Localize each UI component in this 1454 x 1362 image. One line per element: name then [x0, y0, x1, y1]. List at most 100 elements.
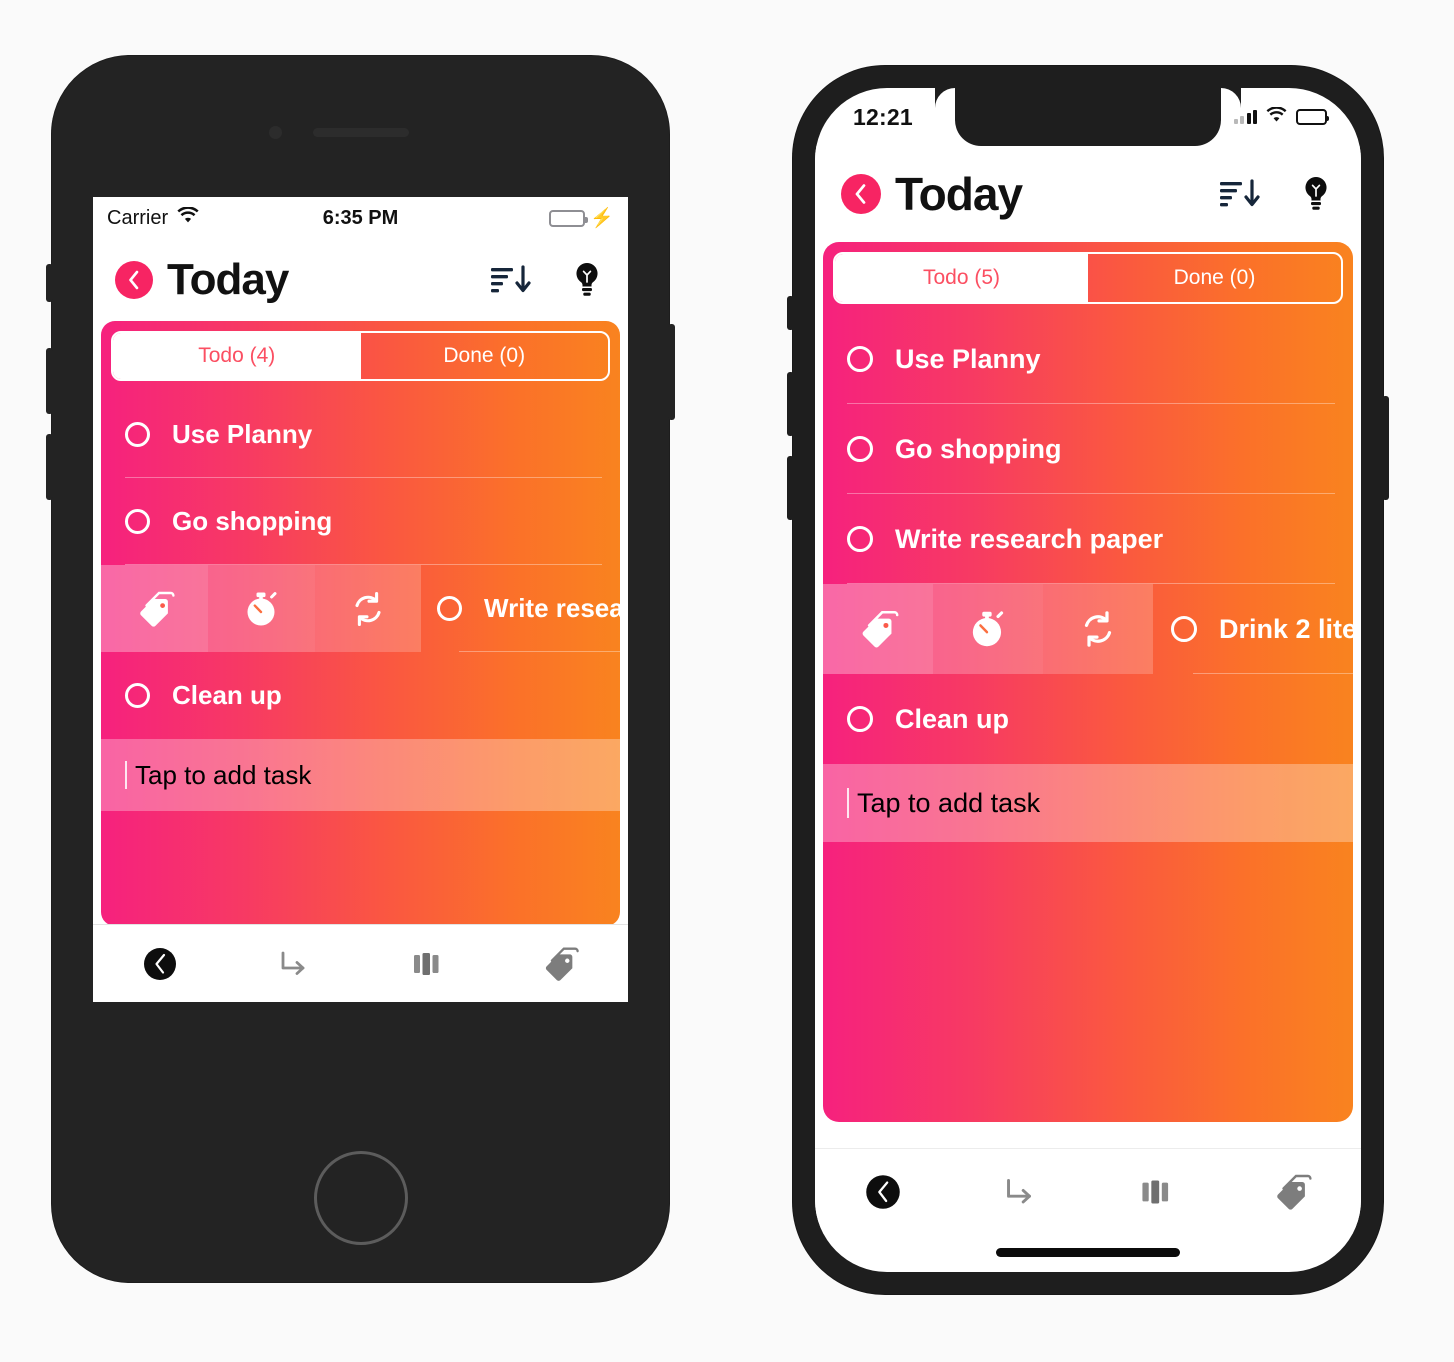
tab-later[interactable]: [272, 943, 314, 985]
volume-down-button[interactable]: [46, 434, 53, 500]
tab-today[interactable]: [139, 943, 181, 985]
segmented-control-left: Todo (4) Done (0): [111, 331, 610, 381]
clock-back-icon[interactable]: [115, 261, 153, 299]
status-bar-left: Carrier 6:35 PM ⚡: [93, 197, 628, 239]
task-list-card-left: Todo (4) Done (0) Use Planny Go shopping: [101, 321, 620, 926]
tab-tags[interactable]: [1269, 1169, 1315, 1215]
task-checkbox[interactable]: [437, 596, 462, 621]
tab-todo[interactable]: Todo (5): [835, 254, 1088, 302]
task-checkbox[interactable]: [847, 706, 873, 732]
signal-bars-icon: [1233, 110, 1257, 124]
tab-boards[interactable]: [1133, 1170, 1177, 1214]
swipe-action-tag[interactable]: [823, 584, 933, 674]
tab-tags[interactable]: [538, 942, 582, 986]
task-row[interactable]: Clean up: [101, 652, 620, 739]
home-indicator[interactable]: [996, 1248, 1180, 1257]
earpiece-speaker: [312, 128, 409, 137]
home-button[interactable]: [313, 1151, 408, 1245]
sort-descending-icon[interactable]: [1219, 176, 1265, 212]
add-task-label: Tap to add task: [135, 759, 312, 790]
swiped-row-content[interactable]: Write research paper: [437, 565, 620, 652]
row-divider: [1193, 672, 1353, 674]
task-row[interactable]: Go shopping: [101, 478, 620, 565]
swipe-action-timer[interactable]: [933, 584, 1043, 674]
add-task-label: Tap to add task: [857, 787, 1041, 818]
mute-switch[interactable]: [46, 264, 53, 302]
wifi-icon: [1266, 105, 1287, 128]
page-title: Today: [167, 255, 289, 304]
lightbulb-icon[interactable]: [572, 261, 602, 299]
task-label: Go shopping: [895, 433, 1062, 464]
task-label: Clean up: [172, 680, 282, 710]
task-label: Drink 2 lite: [1219, 613, 1353, 644]
task-checkbox[interactable]: [125, 509, 150, 534]
battery-icon: [1296, 109, 1329, 125]
swipe-action-timer[interactable]: [208, 565, 315, 652]
nav-bar-right: Today: [815, 146, 1361, 242]
row-divider: [459, 650, 620, 652]
status-bar-right: 12:21: [815, 88, 1361, 146]
task-checkbox[interactable]: [847, 346, 873, 372]
segmented-control-wrap-right: Todo (5) Done (0): [823, 242, 1353, 314]
tab-todo[interactable]: Todo (4): [113, 333, 361, 379]
battery-icon: [549, 209, 589, 227]
swipe-actions-left: [101, 565, 421, 652]
task-label: Use Planny: [172, 419, 313, 449]
page-title: Today: [895, 168, 1023, 220]
task-checkbox[interactable]: [125, 683, 150, 708]
task-row[interactable]: Write research paper: [823, 494, 1353, 584]
task-checkbox[interactable]: [847, 436, 873, 462]
task-checkbox[interactable]: [125, 422, 150, 447]
task-checkbox[interactable]: [1171, 616, 1197, 642]
tab-done[interactable]: Done (0): [361, 333, 609, 379]
nav-bar-left: Today: [93, 239, 628, 321]
power-button[interactable]: [668, 324, 675, 420]
tab-later[interactable]: [997, 1170, 1041, 1214]
task-label: Go shopping: [172, 506, 333, 536]
phone-device-left: Carrier 6:35 PM ⚡ Today Todo (4) Done (0…: [46, 56, 675, 1282]
text-caret: [125, 761, 127, 789]
task-list-card-right: Todo (5) Done (0) Use Planny Go shopping: [823, 242, 1353, 1122]
task-row[interactable]: Clean up: [823, 674, 1353, 764]
task-row[interactable]: Use Planny: [823, 314, 1353, 404]
task-row[interactable]: Go shopping: [823, 404, 1353, 494]
swipe-action-repeat[interactable]: [1043, 584, 1153, 674]
task-row[interactable]: Use Planny: [101, 391, 620, 478]
task-row-swiped[interactable]: Drink 2 lite: [823, 584, 1353, 674]
segmented-control-right: Todo (5) Done (0): [833, 252, 1343, 304]
lightbulb-icon[interactable]: [1301, 175, 1331, 213]
status-time-right: 12:21: [853, 103, 913, 130]
text-caret: [847, 788, 849, 818]
tab-today[interactable]: [861, 1170, 905, 1214]
segmented-control-wrap-left: Todo (4) Done (0): [101, 321, 620, 391]
tab-boards[interactable]: [405, 943, 447, 985]
tab-bar-right: [815, 1148, 1361, 1234]
task-rows-left: Use Planny Go shopping Write resea Clean…: [101, 391, 620, 811]
volume-down-button[interactable]: [787, 456, 794, 520]
volume-up-button[interactable]: [46, 348, 53, 414]
add-task-row[interactable]: Tap to add task: [101, 739, 620, 811]
task-label: Use Planny: [895, 343, 1041, 374]
swipe-action-repeat[interactable]: [315, 565, 421, 652]
add-task-row[interactable]: Tap to add task: [823, 764, 1353, 842]
task-label: Write research paper: [895, 523, 1164, 554]
swiped-row-content[interactable]: Drink 2 lite: [1171, 584, 1353, 674]
status-time-left: 6:35 PM: [322, 206, 399, 229]
tab-done[interactable]: Done (0): [1088, 254, 1341, 302]
swipe-action-tag[interactable]: [101, 565, 208, 652]
task-checkbox[interactable]: [847, 526, 873, 552]
volume-up-button[interactable]: [787, 372, 794, 436]
task-label: Clean up: [895, 703, 1010, 734]
tab-bar-left: [93, 924, 628, 1002]
clock-back-icon[interactable]: [841, 174, 881, 214]
phone-device-right: 12:21 Today Todo (5) Done (0) Use Planny…: [787, 66, 1389, 1294]
task-rows-right: Use Planny Go shopping Write research pa…: [823, 314, 1353, 842]
front-camera: [268, 126, 282, 139]
task-row-swiped[interactable]: Write research paper: [101, 565, 620, 652]
screen-right: 12:21 Today Todo (5) Done (0) Use Planny…: [815, 88, 1361, 1272]
task-label: Write research paper: [484, 593, 620, 623]
screenshot-stage: Carrier 6:35 PM ⚡ Today Todo (4) Done (0…: [0, 0, 1454, 1362]
mute-switch[interactable]: [787, 296, 794, 330]
sort-descending-icon[interactable]: [490, 262, 536, 298]
power-button[interactable]: [1382, 396, 1389, 500]
